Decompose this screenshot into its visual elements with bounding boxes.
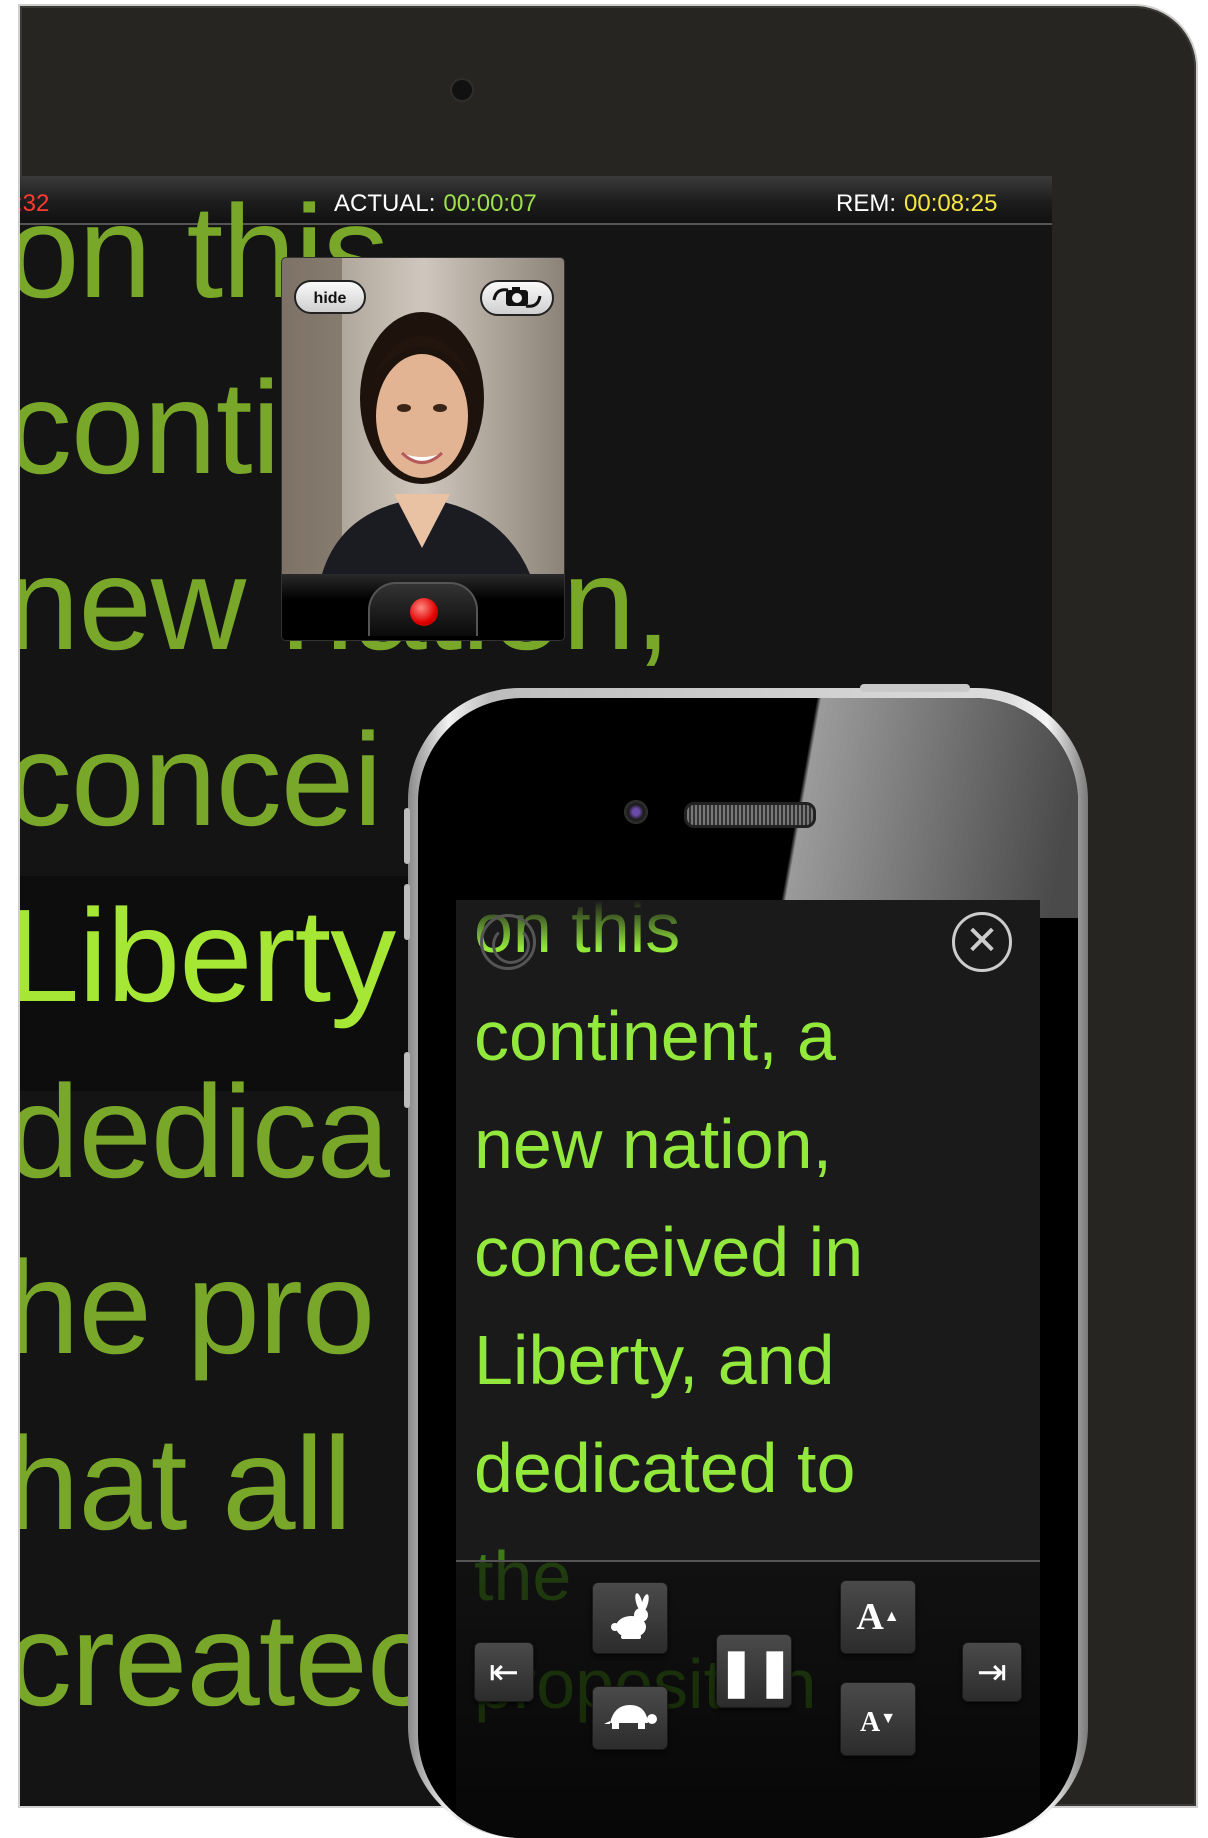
hide-preview-button[interactable]: hide (294, 280, 366, 314)
script-line: conti (20, 354, 281, 501)
pause-button[interactable]: ❚❚ (716, 1634, 794, 1708)
camera-flip-icon (492, 287, 542, 308)
script-line: concei (20, 706, 383, 853)
font-size-increase-button[interactable]: A▲ (840, 1580, 916, 1654)
script-line: dedicated to (474, 1429, 856, 1507)
record-button[interactable] (368, 582, 478, 636)
script-line: continent, a (474, 997, 836, 1075)
script-line: new nation, (474, 1105, 833, 1183)
actual-value: 00:00:07 (443, 190, 537, 217)
font-up-letter: A (856, 1596, 884, 1638)
speed-up-button[interactable] (592, 1582, 668, 1654)
script-line: conceived in (474, 1213, 864, 1291)
down-arrow-icon: ▼ (880, 1710, 897, 1727)
script-line: he pro (20, 1234, 375, 1381)
turtle-icon (604, 1705, 657, 1729)
rabbit-icon (611, 1593, 649, 1639)
remaining-label: REM: (836, 190, 896, 217)
slow-down-button[interactable] (592, 1686, 668, 1750)
iphone-device: on this continent, a new nation, conceiv… (404, 684, 1088, 1838)
up-arrow-icon: ▲ (883, 1608, 900, 1625)
close-icon[interactable]: ✕ (952, 912, 1012, 972)
jump-to-end-button[interactable]: ⇥ (962, 1642, 1022, 1702)
iphone-volume-down (404, 1052, 410, 1108)
script-line: dedica (20, 1058, 390, 1205)
iphone-sleep-button (860, 684, 970, 692)
script-line: createc (20, 1586, 433, 1733)
loop-icon[interactable] (480, 914, 536, 970)
remaining-value: 00:08:25 (904, 190, 998, 217)
iphone-mute-switch (404, 808, 410, 864)
camera-flip-button[interactable] (480, 280, 554, 316)
iphone-front-camera (624, 800, 648, 824)
iphone-volume-up (404, 884, 410, 940)
record-dot-icon (410, 598, 438, 626)
script-line: Liberty, and (474, 1321, 835, 1399)
playback-controls: ⇤ ❚❚ A▲ A▼ ⇥ (456, 1560, 1040, 1838)
font-size-decrease-button[interactable]: A▼ (840, 1682, 916, 1756)
jump-to-start-button[interactable]: ⇤ (474, 1642, 534, 1702)
ipad-front-camera (452, 80, 472, 100)
record-bar (282, 574, 564, 640)
font-down-letter: A (859, 1707, 881, 1738)
script-line: hat all (20, 1410, 352, 1557)
remaining-timer: REM: 00:08:25 (836, 190, 997, 218)
iphone-front: on this continent, a new nation, conceiv… (418, 698, 1078, 1838)
script-line-current: Liberty (20, 882, 396, 1029)
camera-preview[interactable]: hide (282, 258, 564, 640)
iphone-speaker (684, 802, 816, 828)
iphone-screen[interactable]: on this continent, a new nation, conceiv… (456, 900, 1040, 1838)
